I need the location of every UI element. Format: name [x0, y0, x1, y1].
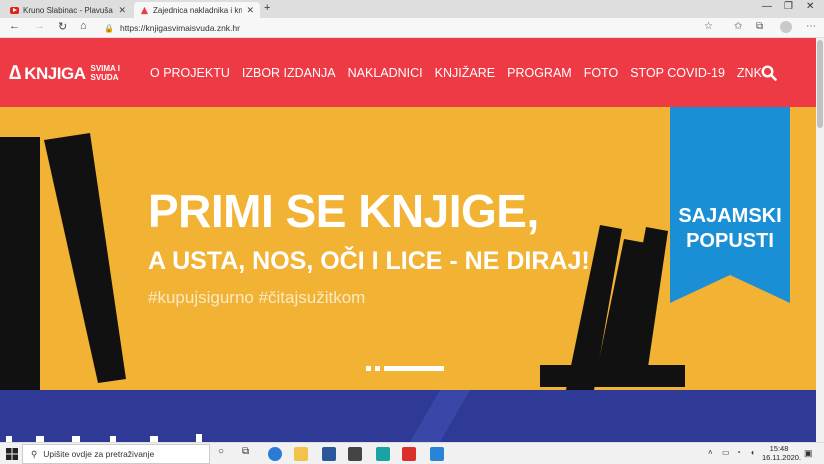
menu-item-o-projektu[interactable]: O PROJEKTU	[150, 66, 230, 80]
menu-item-knjizare[interactable]: KNJIŽARE	[435, 66, 495, 80]
lower-section	[0, 390, 816, 442]
tray-expand-icon[interactable]: ˄	[708, 448, 713, 457]
refresh-icon[interactable]: ↻	[58, 20, 67, 33]
taskbar-search-placeholder: Upišite ovdje za pretraživanje	[43, 449, 155, 459]
mail-icon[interactable]	[430, 447, 444, 461]
hero-subline: A USTA, NOS, OČI I LICE - NE DIRAJ!	[148, 247, 590, 275]
search-icon: ⚲	[31, 448, 38, 459]
notifications-icon[interactable]: ▣	[804, 448, 813, 459]
lower-decoration	[6, 390, 470, 442]
ribbon-line2: POPUSTI	[686, 230, 774, 252]
cortana-icon[interactable]: ○	[218, 446, 224, 457]
browser-tab-youtube[interactable]: Kruno Slabinac - Plavuša - YouTu ✕	[4, 2, 132, 18]
site-header: ∆ KNJIGA SVIMA I SVUDA O PROJEKTU IZBOR …	[0, 38, 816, 107]
windows-taskbar: ⚲ Upišite ovdje za pretraživanje ○ ⧉ ˄ ▭…	[0, 442, 824, 464]
menu-item-program[interactable]: PROGRAM	[507, 66, 572, 80]
knjiga-favicon-icon	[140, 6, 149, 14]
menu-item-izbor-izdanja[interactable]: IZBOR IZDANJA	[242, 66, 336, 80]
slider-dot-active[interactable]	[384, 366, 444, 371]
back-arrow-icon[interactable]: ←	[9, 20, 20, 32]
slider-pagination	[366, 366, 444, 371]
network-icon[interactable]: ◔	[736, 448, 741, 457]
tab-title: Kruno Slabinac - Plavuša - YouTu	[23, 5, 114, 15]
menu-item-nakladnici[interactable]: NAKLADNICI	[348, 66, 423, 80]
minimize-icon[interactable]: —	[762, 1, 772, 12]
battery-icon[interactable]: ▭	[722, 448, 730, 457]
page-scrollbar[interactable]	[816, 38, 824, 442]
logo-tagline: SVIMA I SVUDA	[90, 64, 119, 82]
acrobat-icon[interactable]	[402, 447, 416, 461]
clock-date: 16.11.2020.	[762, 453, 802, 462]
profile-avatar[interactable]	[780, 21, 792, 33]
hero-headline: PRIMI SE KNJIGE,	[148, 185, 539, 237]
hero-banner[interactable]: PRIMI SE KNJIGE, A USTA, NOS, OČI I LICE…	[0, 107, 816, 390]
hero-hashtags: #kupujsigurno #čitajsužitkom	[148, 288, 366, 307]
edge-icon[interactable]	[268, 447, 282, 461]
scrollbar-thumb[interactable]	[817, 40, 823, 128]
new-tab-button[interactable]: +	[264, 2, 270, 14]
ribbon-line1: SAJAMSKI	[678, 205, 782, 227]
lock-icon: 🔒	[104, 23, 114, 33]
taskbar-search-box[interactable]: ⚲ Upišite ovdje za pretraživanje	[22, 444, 210, 464]
forward-arrow-icon[interactable]: →	[34, 20, 45, 32]
logo-mark: ∆	[9, 62, 22, 84]
ribbon-label: SAJAMSKI POPUSTI	[670, 204, 790, 254]
collections-icon[interactable]: ⧉	[756, 21, 763, 32]
store-icon[interactable]	[348, 447, 362, 461]
taskbar-clock[interactable]: 15:48 16.11.2020.	[762, 444, 801, 462]
book-right-lying	[540, 365, 685, 387]
url-text: https://knjigasvimaisvuda.znk.hr	[119, 23, 240, 33]
maximize-icon[interactable]: ❐	[784, 1, 793, 12]
menu-item-znk[interactable]: ZNK	[737, 66, 762, 80]
logo-name: KNJIGA	[24, 63, 86, 83]
clock-time: 15:48	[769, 444, 789, 453]
book-left-2	[44, 133, 126, 383]
browser-tab-strip: Kruno Slabinac - Plavuša - YouTu ✕ Zajed…	[0, 0, 824, 18]
file-explorer-icon[interactable]	[294, 447, 308, 461]
task-view-icon[interactable]: ⧉	[242, 446, 249, 457]
close-tab-icon[interactable]: ✕	[118, 5, 126, 16]
main-menu: O PROJEKTU IZBOR IZDANJA NAKLADNICI KNJI…	[150, 66, 762, 80]
address-bar[interactable]: 🔒 https://knjigasvimaisvuda.znk.hr	[104, 20, 724, 36]
site-logo[interactable]: ∆ KNJIGA SVIMA I SVUDA	[9, 63, 120, 83]
more-menu-icon[interactable]: ⋯	[806, 21, 816, 32]
close-tab-icon[interactable]: ✕	[246, 5, 254, 16]
favorites-icon[interactable]: ✩	[734, 21, 742, 32]
favorite-star-icon[interactable]: ☆	[704, 21, 713, 32]
slider-dot[interactable]	[366, 366, 371, 371]
slider-dot[interactable]	[375, 366, 380, 371]
home-icon[interactable]: ⌂	[80, 20, 87, 32]
word-icon[interactable]	[322, 447, 336, 461]
volume-icon[interactable]: ◖	[750, 448, 755, 457]
menu-item-foto[interactable]: FOTO	[584, 66, 619, 80]
browser-toolbar: ← → ↻ ⌂ 🔒 https://knjigasvimaisvuda.znk.…	[0, 18, 824, 38]
logo-tagline-line2: SVUDA	[90, 73, 119, 82]
search-icon[interactable]	[761, 65, 777, 81]
tab-title: Zajednica nakladnika i knjižara |	[153, 5, 243, 15]
window-close-icon[interactable]: ✕	[806, 1, 814, 12]
menu-item-stop-covid[interactable]: STOP COVID-19	[630, 66, 725, 80]
browser-tab-knjiga[interactable]: Zajednica nakladnika i knjižara | ✕	[134, 2, 260, 18]
app-l-icon[interactable]	[376, 447, 390, 461]
book-left-1	[0, 137, 40, 390]
youtube-icon	[10, 6, 19, 14]
windows-start-icon[interactable]	[6, 448, 18, 460]
logo-tagline-line1: SVIMA I	[90, 64, 120, 73]
